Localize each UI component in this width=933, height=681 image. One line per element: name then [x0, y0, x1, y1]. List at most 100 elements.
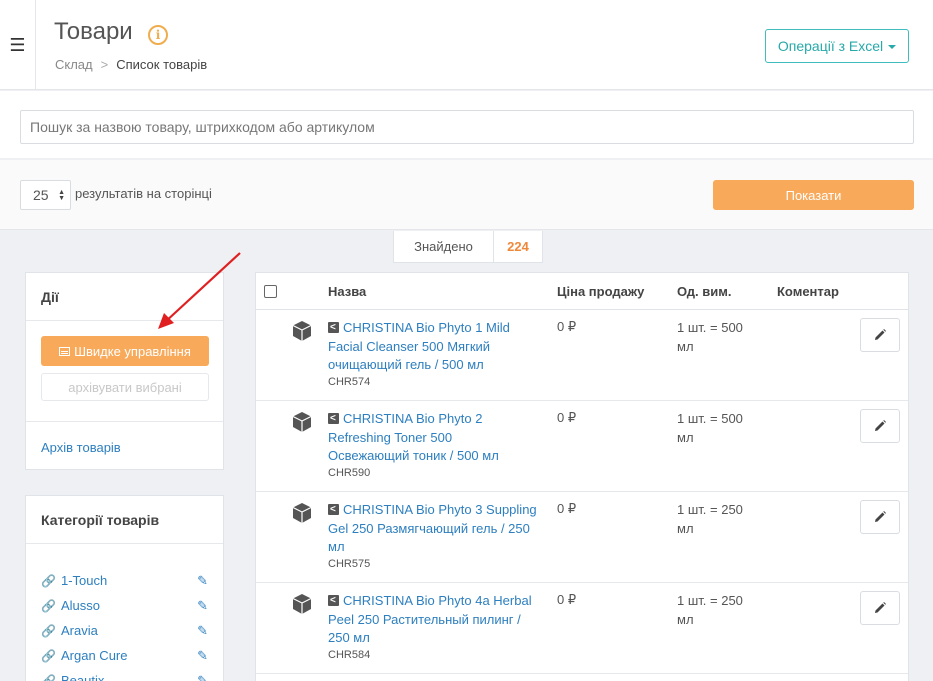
product-name-line: 250 мл: [328, 630, 370, 645]
found-label: Знайдено: [394, 231, 494, 262]
product-name-link[interactable]: CHRISTINA Bio Phyto 1 Mild Facial Cleanse…: [328, 319, 548, 375]
table-header: Назва Ціна продажу Од. вим. Коментар: [256, 273, 908, 310]
table-row: CHRISTINA Bio Phyto 2 Refreshing Toner 50…: [256, 401, 908, 492]
pencil-icon[interactable]: ✎: [197, 623, 208, 639]
breadcrumb-separator: >: [100, 57, 109, 72]
pencil-icon: [875, 329, 886, 340]
unit-line: мл: [677, 611, 694, 627]
link-icon: 🔗: [41, 598, 56, 613]
link-icon: 🔗: [41, 648, 56, 663]
edit-button[interactable]: [860, 500, 900, 534]
category-item: 🔗 1-Touch ✎: [41, 568, 208, 593]
caret-down-icon: [888, 45, 897, 49]
search-input[interactable]: [20, 110, 914, 144]
share-icon: [328, 319, 339, 338]
show-button[interactable]: Показати: [713, 180, 914, 210]
category-link[interactable]: Alusso: [61, 598, 100, 613]
archive-selected-button[interactable]: архівувати вибрані: [41, 373, 209, 401]
link-icon: 🔗: [41, 623, 56, 638]
box-icon: [292, 503, 312, 523]
product-name-link[interactable]: CHRISTINA Bio Phyto 3 Suppling Gel 250 Ра…: [328, 501, 548, 557]
breadcrumb-current: Список товарів: [116, 57, 208, 72]
unit-line: мл: [677, 520, 694, 536]
found-counter: Знайдено 224: [393, 231, 543, 263]
category-item: 🔗 Beautix ✎: [41, 668, 208, 681]
product-price: 0 ₽: [557, 410, 577, 425]
categories-panel-title: Категорії товарів: [26, 496, 223, 544]
column-header-unit[interactable]: Од. вим.: [677, 284, 731, 299]
product-price: 0 ₽: [557, 501, 577, 516]
pencil-icon[interactable]: ✎: [197, 648, 208, 664]
product-unit: 1 шт. = 250 мл: [677, 501, 757, 538]
unit-line: 1 шт. = 250: [677, 502, 743, 517]
share-icon: [328, 592, 339, 611]
product-unit: 1 шт. = 500 мл: [677, 410, 757, 447]
edit-button[interactable]: [860, 318, 900, 352]
page-title: Товари: [54, 18, 133, 45]
edit-button[interactable]: [860, 591, 900, 625]
product-unit: 1 шт. = 500 мл: [677, 319, 757, 356]
per-page-value: 25: [33, 187, 49, 203]
table-row: CHRISTINA Bio Phyto 4a Herbal Peel 250 Ра…: [256, 583, 908, 674]
product-sku: CHR584: [328, 649, 371, 661]
products-table: Назва Ціна продажу Од. вим. Коментар CHR…: [255, 272, 909, 681]
category-link[interactable]: Aravia: [61, 623, 98, 638]
pencil-icon[interactable]: ✎: [197, 598, 208, 614]
product-name-line: CHRISTINA Bio Phyto 3 Suppling: [343, 502, 537, 517]
product-name-line: очищающий гель / 500 мл: [328, 357, 484, 372]
unit-line: 1 шт. = 250: [677, 593, 743, 608]
menu-toggle-icon[interactable]: ☰: [0, 0, 36, 90]
column-header-price[interactable]: Ціна продажу: [557, 284, 644, 299]
found-count: 224: [507, 239, 529, 254]
link-icon: 🔗: [41, 673, 56, 681]
category-link[interactable]: Beautix: [61, 673, 104, 681]
category-link[interactable]: 1-Touch: [61, 573, 107, 588]
product-sku: CHR574: [328, 376, 371, 388]
pencil-icon: [875, 420, 886, 431]
categories-panel: Категорії товарів 🔗 1-Touch ✎ 🔗 Alusso ✎ 🔗 Ar…: [25, 495, 224, 681]
product-name-line: Refreshing Toner 500: [328, 429, 453, 445]
product-name-line: CHRISTINA Bio Phyto 1 Mild: [343, 320, 510, 335]
per-page-label: результатів на сторінці: [75, 186, 212, 201]
share-icon: [328, 410, 339, 429]
box-icon: [292, 594, 312, 614]
product-name-line: CHRISTINA Bio Phyto 4a Herbal: [343, 593, 532, 608]
box-icon: [292, 321, 312, 341]
breadcrumb-root[interactable]: Склад: [55, 57, 93, 72]
category-item: 🔗 Alusso ✎: [41, 593, 208, 618]
category-item: 🔗 Aravia ✎: [41, 618, 208, 643]
category-list: 🔗 1-Touch ✎ 🔗 Alusso ✎ 🔗 Aravia ✎ 🔗 Argan Cure ✎…: [26, 544, 223, 681]
product-name-line: Peel 250 Растительный пилинг /: [328, 611, 521, 627]
info-icon[interactable]: i: [148, 25, 168, 45]
list-icon: [59, 346, 71, 356]
excel-operations-label: Операції з Excel: [777, 38, 884, 54]
share-icon: [328, 501, 339, 520]
product-name-line: Gel 250 Размягчающий гель / 250: [328, 520, 530, 536]
product-name-line: Освежающий тоник / 500 мл: [328, 448, 499, 463]
pencil-icon: [875, 602, 886, 613]
box-icon: [292, 412, 312, 432]
pencil-icon[interactable]: ✎: [197, 573, 208, 589]
edit-button[interactable]: [860, 409, 900, 443]
unit-line: мл: [677, 429, 694, 445]
product-name-line: мл: [328, 539, 345, 554]
unit-line: мл: [677, 338, 694, 354]
archive-link[interactable]: Архів товарів: [41, 440, 121, 455]
product-name-link[interactable]: CHRISTINA Bio Phyto 4a Herbal Peel 250 Ра…: [328, 592, 548, 648]
top-header: ☰ Товари i Склад > Список товарів Операції…: [0, 0, 933, 90]
annotation-arrow-icon: [158, 252, 241, 329]
category-link[interactable]: Argan Cure: [61, 648, 127, 663]
breadcrumb: Склад > Список товарів: [55, 57, 207, 72]
pagination-bar: 25 ▲ ▼ результатів на сторінці Показати: [0, 160, 933, 230]
excel-operations-button[interactable]: Операції з Excel: [765, 29, 909, 63]
select-all-checkbox[interactable]: [264, 285, 277, 298]
column-header-comment[interactable]: Коментар: [777, 284, 839, 299]
column-header-name[interactable]: Назва: [328, 284, 366, 299]
quick-manage-button[interactable]: Швидке управління: [41, 336, 209, 366]
unit-line: 1 шт. = 500: [677, 411, 743, 426]
product-name-link[interactable]: CHRISTINA Bio Phyto 2 Refreshing Toner 50…: [328, 410, 548, 466]
table-row: CHRISTINA Bio Phyto 1 Mild Facial Cleanse…: [256, 310, 908, 401]
product-sku: CHR590: [328, 467, 371, 479]
per-page-select[interactable]: 25 ▲ ▼: [20, 180, 71, 210]
pencil-icon[interactable]: ✎: [197, 673, 208, 681]
